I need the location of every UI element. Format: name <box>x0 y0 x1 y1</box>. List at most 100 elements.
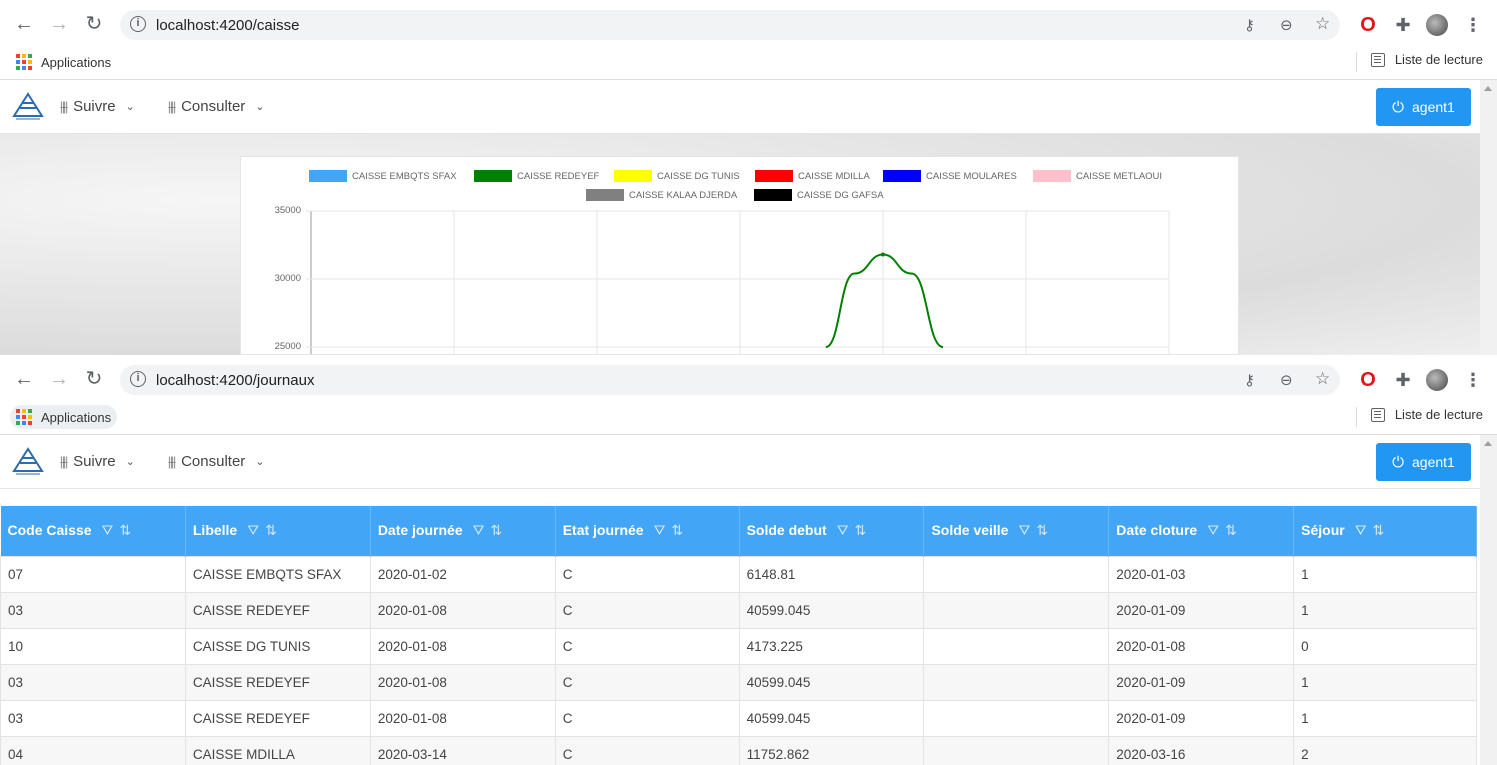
table-cell: 4173.225 <box>738 627 925 665</box>
filter-icon[interactable]: ⛛ <box>102 522 120 538</box>
back-arrow-icon[interactable]: ← <box>12 367 36 391</box>
key-icon[interactable]: ⚷ <box>1244 16 1255 34</box>
menu-suivre[interactable]: ⫲⫲ Suivre ⌄ <box>60 453 135 470</box>
menu-consulter[interactable]: ⫲⫲ Consulter ⌄ <box>168 98 265 115</box>
scroll-up-icon[interactable] <box>1484 86 1492 91</box>
extensions-puzzle-icon[interactable]: ✚ <box>1392 369 1414 391</box>
table-cell: 1 <box>1293 663 1477 701</box>
column-header[interactable]: Date journée ⛛⇅ <box>370 506 556 556</box>
filter-icon[interactable]: ⛛ <box>1207 522 1225 538</box>
menu-consulter-label: Consulter <box>181 453 246 470</box>
opera-extension-icon[interactable]: O <box>1357 369 1379 391</box>
table-cell: 03 <box>0 591 186 629</box>
reload-icon[interactable]: ↻ <box>82 367 106 391</box>
extensions-puzzle-icon[interactable]: ✚ <box>1392 14 1414 36</box>
key-icon[interactable]: ⚷ <box>1244 371 1255 389</box>
table-cell: CAISSE MDILLA <box>184 735 371 765</box>
forward-arrow-icon[interactable]: → <box>47 12 71 36</box>
zoom-icon[interactable]: ⊖ <box>1280 16 1293 34</box>
column-header[interactable]: Solde debut ⛛⇅ <box>739 506 925 556</box>
column-header[interactable]: Date cloture ⛛⇅ <box>1108 506 1295 556</box>
sliders-icon: ⫲⫲ <box>168 453 176 469</box>
address-bar[interactable]: i localhost:4200/journaux ⚷ ⊖ ☆ <box>120 365 1340 395</box>
site-info-icon[interactable]: i <box>130 371 146 387</box>
menu-suivre[interactable]: ⫲⫲ Suivre ⌄ <box>60 98 135 115</box>
user-logout-button[interactable]: ⏻ agent1 <box>1376 88 1471 126</box>
table-cell: 2020-01-08 <box>369 699 556 737</box>
table-cell: 40599.045 <box>738 699 925 737</box>
url-text[interactable]: localhost:4200/caisse <box>156 17 299 34</box>
filter-icon[interactable]: ⛛ <box>473 522 491 538</box>
address-bar[interactable]: i localhost:4200/caisse ⚷ ⊖ ☆ <box>120 10 1340 40</box>
table-row[interactable]: 07 CAISSE EMBQTS SFAX 2020-01-02 C 6148.81 20… <box>0 555 1477 593</box>
user-name: agent1 <box>1412 99 1455 115</box>
apps-grid-icon <box>16 54 32 70</box>
scroll-up-icon[interactable] <box>1484 441 1492 446</box>
column-header-label: Date journée <box>377 522 463 539</box>
chevron-down-icon: ⌄ <box>255 456 265 468</box>
apps-shortcut[interactable]: Applications <box>10 405 118 429</box>
table-cell: 2020-01-08 <box>369 663 556 701</box>
back-arrow-icon[interactable]: ← <box>12 12 36 36</box>
table-cell: 0 <box>1293 627 1477 665</box>
opera-extension-icon[interactable]: O <box>1357 14 1379 36</box>
filter-icon[interactable]: ⛛ <box>1355 522 1373 538</box>
sort-icon[interactable]: ⇅ <box>671 522 689 538</box>
table-row[interactable]: 10 CAISSE DG TUNIS 2020-01-08 C 4173.225 2020… <box>0 627 1477 665</box>
reading-list-button[interactable]: Liste de lecture <box>1370 52 1483 67</box>
table-row[interactable]: 04 CAISSE MDILLA 2020-03-14 C 11752.862 2020-… <box>0 735 1477 765</box>
sort-icon[interactable]: ⇅ <box>119 522 137 538</box>
reading-list-button[interactable]: Liste de lecture <box>1370 407 1483 422</box>
column-header[interactable]: Code Caisse ⛛⇅ <box>0 506 186 556</box>
profile-avatar[interactable] <box>1426 14 1448 36</box>
sliders-icon: ⫲⫲ <box>60 453 68 469</box>
profile-avatar[interactable] <box>1426 369 1448 391</box>
page-scrollbar[interactable] <box>1480 435 1497 765</box>
column-header[interactable]: Séjour ⛛⇅ <box>1293 506 1477 556</box>
url-text[interactable]: localhost:4200/journaux <box>156 372 314 389</box>
table-row[interactable]: 03 CAISSE REDEYEF 2020-01-08 C 40599.045 2020… <box>0 699 1477 737</box>
apps-shortcut[interactable]: Applications <box>14 50 117 74</box>
column-header[interactable]: Libelle ⛛⇅ <box>185 506 371 556</box>
data-point[interactable] <box>881 252 885 257</box>
table-row[interactable]: 03 CAISSE REDEYEF 2020-01-08 C 40599.045 2020… <box>0 663 1477 701</box>
sort-icon[interactable]: ⇅ <box>490 522 508 538</box>
table-cell: CAISSE REDEYEF <box>184 663 371 701</box>
reload-icon[interactable]: ↻ <box>82 12 106 36</box>
kebab-menu-icon[interactable]: ⋮ <box>1462 369 1484 391</box>
menu-consulter[interactable]: ⫲⫲ Consulter ⌄ <box>168 453 265 470</box>
table-row[interactable]: 03 CAISSE REDEYEF 2020-01-08 C 40599.045 2020… <box>0 591 1477 629</box>
kebab-menu-icon[interactable]: ⋮ <box>1462 14 1484 36</box>
table-cell: 10 <box>0 627 186 665</box>
filter-icon[interactable]: ⛛ <box>837 522 855 538</box>
sort-icon[interactable]: ⇅ <box>1225 522 1243 538</box>
table-body: 07 CAISSE EMBQTS SFAX 2020-01-02 C 6148.81 20… <box>0 555 1477 765</box>
table-cell: CAISSE REDEYEF <box>184 699 371 737</box>
star-icon[interactable]: ☆ <box>1315 14 1330 34</box>
filter-icon[interactable]: ⛛ <box>247 522 265 538</box>
user-logout-button[interactable]: ⏻ agent1 <box>1376 443 1471 481</box>
sort-icon[interactable]: ⇅ <box>854 522 872 538</box>
column-header[interactable]: Etat journée ⛛⇅ <box>555 506 740 556</box>
chart-card: CAISSE EMBQTS SFAX CAISSE REDEYEF CAISSE D… <box>240 156 1239 355</box>
table-cell: 2020-03-14 <box>369 735 556 765</box>
table-cell: 6148.81 <box>738 555 925 593</box>
sliders-icon: ⫲⫲ <box>168 98 176 114</box>
forward-arrow-icon[interactable]: → <box>47 367 71 391</box>
site-info-icon[interactable]: i <box>130 16 146 32</box>
browser-toolbar: ← → ↻ i localhost:4200/caisse ⚷ ⊖ ☆ O ✚ … <box>0 0 1497 50</box>
table-cell: 2020-01-03 <box>1108 555 1295 593</box>
page-scrollbar[interactable] <box>1480 80 1497 355</box>
table-cell: 1 <box>1293 555 1477 593</box>
filter-icon[interactable]: ⛛ <box>654 522 672 538</box>
filter-icon[interactable]: ⛛ <box>1018 522 1036 538</box>
zoom-icon[interactable]: ⊖ <box>1280 371 1293 389</box>
reading-list-label: Liste de lecture <box>1394 407 1483 422</box>
column-header[interactable]: Solde veille ⛛⇅ <box>923 506 1110 556</box>
star-icon[interactable]: ☆ <box>1315 369 1330 389</box>
sort-icon[interactable]: ⇅ <box>265 522 283 538</box>
apps-label: Applications <box>41 54 112 70</box>
company-logo <box>12 447 44 475</box>
sort-icon[interactable]: ⇅ <box>1036 522 1054 538</box>
sort-icon[interactable]: ⇅ <box>1373 522 1391 538</box>
